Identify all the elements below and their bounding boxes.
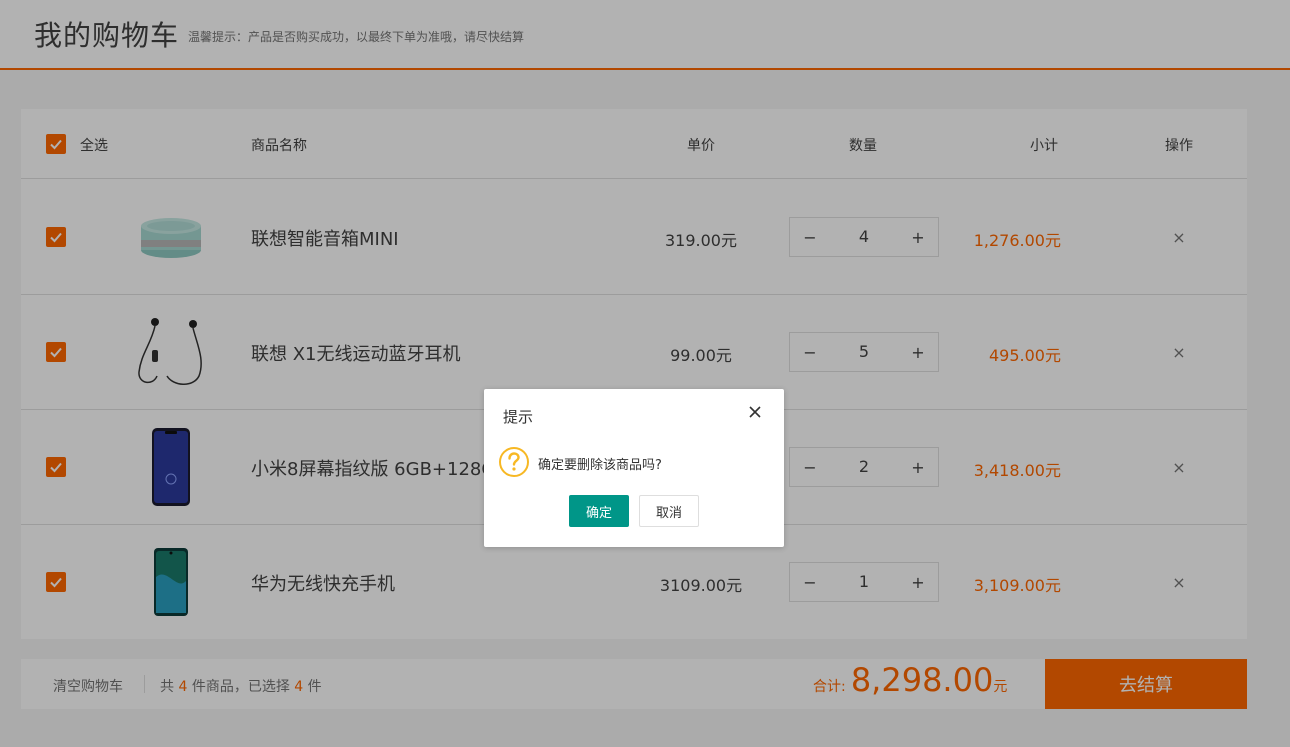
dialog-title: 提示 (503, 408, 534, 426)
question-icon (498, 446, 530, 478)
close-icon[interactable] (746, 403, 764, 421)
dialog-message: 确定要删除该商品吗? (538, 458, 662, 473)
cancel-button[interactable]: 取消 (639, 495, 699, 527)
confirm-button[interactable]: 确定 (569, 495, 629, 527)
modal-overlay[interactable] (0, 0, 1290, 747)
confirm-delete-dialog: 提示 确定要删除该商品吗? 确定 取消 (484, 389, 784, 547)
